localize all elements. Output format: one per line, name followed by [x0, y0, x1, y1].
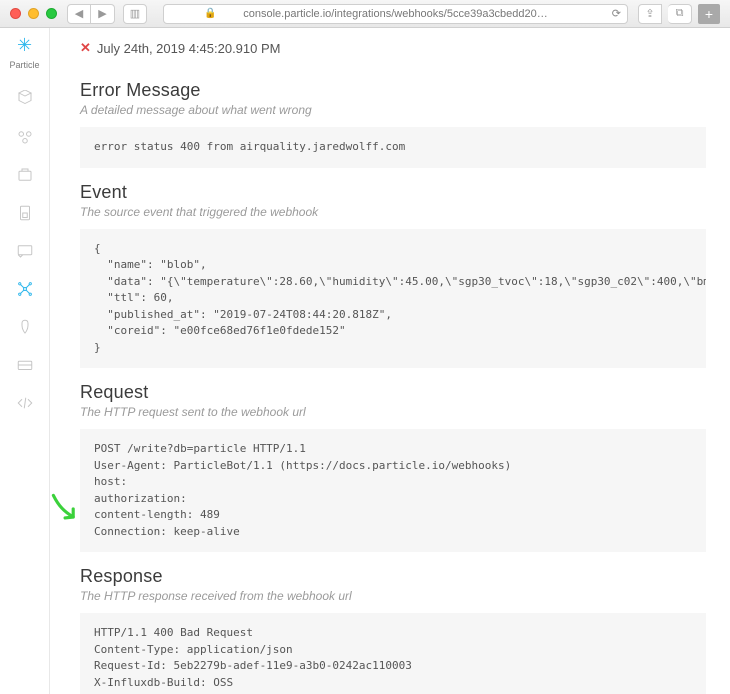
storage-icon[interactable]	[16, 356, 34, 374]
url-text: console.particle.io/integrations/webhook…	[243, 8, 548, 20]
minimize-window-icon[interactable]	[28, 8, 39, 19]
app-sidebar: ✳︎ Particle	[0, 28, 50, 694]
products-icon[interactable]	[16, 128, 34, 146]
sidebar-toggle-button[interactable]: ▥	[123, 4, 147, 24]
request-section-subtitle: The HTTP request sent to the webhook url	[80, 405, 706, 419]
window-titlebar: ◀ ▶ ▥ 🔒 console.particle.io/integrations…	[0, 0, 730, 28]
brand-logo-icon[interactable]: ✳︎	[17, 36, 32, 54]
integrations-icon[interactable]	[16, 280, 34, 298]
request-body: POST /write?db=particle HTTP/1.1 User-Ag…	[80, 429, 706, 552]
event-body: { "name": "blob", "data": "{\"temperatur…	[80, 229, 706, 369]
request-section-title: Request	[80, 382, 706, 403]
new-tab-button[interactable]: +	[698, 4, 720, 24]
nav-back-forward: ◀ ▶	[67, 4, 115, 24]
traffic-lights	[10, 8, 57, 19]
lock-icon: 🔒	[204, 8, 216, 19]
event-section-subtitle: The source event that triggered the webh…	[80, 205, 706, 219]
reload-icon[interactable]: ⟳	[612, 7, 621, 20]
share-button[interactable]: ⇪	[638, 4, 662, 24]
log-timestamp-row: ✕ July 24th, 2019 4:45:20.910 PM	[80, 36, 706, 66]
forward-button[interactable]: ▶	[91, 4, 115, 24]
error-section-title: Error Message	[80, 80, 706, 101]
close-window-icon[interactable]	[10, 8, 21, 19]
tabs-button[interactable]: ⧉	[668, 4, 692, 24]
response-body: HTTP/1.1 400 Bad Request Content-Type: a…	[80, 613, 706, 694]
sim-icon[interactable]	[16, 204, 34, 222]
event-section-title: Event	[80, 182, 706, 203]
code-icon[interactable]	[16, 394, 34, 412]
error-status-icon: ✕	[80, 40, 91, 56]
devices-icon[interactable]	[16, 90, 34, 108]
events-icon[interactable]	[16, 166, 34, 184]
address-bar[interactable]: 🔒 console.particle.io/integrations/webho…	[163, 4, 628, 24]
response-section-subtitle: The HTTP response received from the webh…	[80, 589, 706, 603]
error-section-subtitle: A detailed message about what went wrong	[80, 103, 706, 117]
back-button[interactable]: ◀	[67, 4, 91, 24]
main-content[interactable]: ✕ July 24th, 2019 4:45:20.910 PM Error M…	[50, 28, 730, 694]
response-section-title: Response	[80, 566, 706, 587]
brand-label: Particle	[9, 60, 39, 70]
auth-icon[interactable]	[16, 318, 34, 336]
error-body: error status 400 from airquality.jaredwo…	[80, 127, 706, 168]
zoom-window-icon[interactable]	[46, 8, 57, 19]
log-timestamp: July 24th, 2019 4:45:20.910 PM	[97, 41, 281, 56]
billing-icon[interactable]	[16, 242, 34, 260]
